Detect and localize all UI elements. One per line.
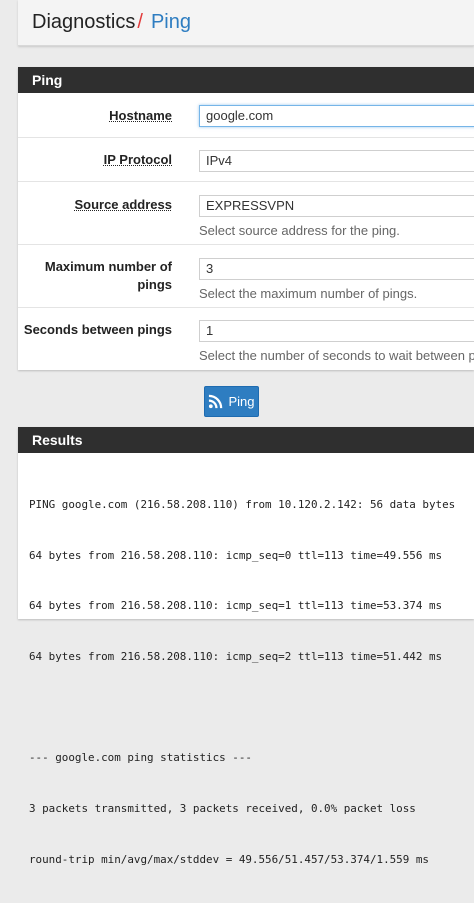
max-pings-input[interactable]: 3 xyxy=(199,258,474,280)
results-line: --- google.com ping statistics --- xyxy=(29,751,252,765)
results-line: 64 bytes from 216.58.208.110: icmp_seq=0… xyxy=(29,548,443,562)
source-address-select[interactable]: EXPRESSVPN xyxy=(199,195,474,217)
row-hostname: Hostname google.com xyxy=(18,93,474,138)
breadcrumb-separator: / xyxy=(137,11,143,33)
max-pings-label: Maximum number of pings xyxy=(44,259,172,292)
row-max-pings: Maximum number of pings 3 Select the max… xyxy=(18,245,474,308)
ping-button-label: Ping xyxy=(228,394,255,409)
seconds-between-help: Select the number of seconds to wait bet… xyxy=(199,348,474,363)
hostname-input[interactable]: google.com xyxy=(199,105,474,127)
row-source-address: Source address EXPRESSVPN Select source … xyxy=(18,182,474,245)
ping-panel-heading: Ping xyxy=(18,67,474,93)
results-line: 64 bytes from 216.58.208.110: icmp_seq=1… xyxy=(29,599,443,613)
results-panel-heading: Results xyxy=(18,427,474,453)
breadcrumb: Diagnostics / Ping xyxy=(18,0,474,46)
results-line: PING google.com (216.58.208.110) from 10… xyxy=(29,497,456,511)
results-panel: Results PING google.com (216.58.208.110)… xyxy=(18,427,474,866)
seconds-between-input[interactable]: 1 xyxy=(199,320,474,342)
ping-button[interactable]: Ping xyxy=(204,386,259,417)
source-address-label: Source address xyxy=(74,197,172,212)
ip-protocol-select[interactable]: IPv4 xyxy=(199,150,474,172)
ip-protocol-label: IP Protocol xyxy=(103,152,172,167)
results-line: 3 packets transmitted, 3 packets receive… xyxy=(29,802,416,816)
results-line: 64 bytes from 216.58.208.110: icmp_seq=2… xyxy=(29,649,443,663)
breadcrumb-ping[interactable]: Ping xyxy=(151,11,191,34)
row-seconds-between: Seconds between pings 1 Select the numbe… xyxy=(18,308,474,370)
results-line: round-trip min/avg/max/stddev = 49.556/5… xyxy=(29,852,429,866)
results-output: PING google.com (216.58.208.110) from 10… xyxy=(18,453,474,903)
hostname-label: Hostname xyxy=(109,108,172,123)
ping-panel: Ping Hostname google.com IP Protocol IPv… xyxy=(18,67,474,370)
max-pings-help: Select the maximum number of pings. xyxy=(199,286,418,301)
row-ip-protocol: IP Protocol IPv4 xyxy=(18,138,474,182)
results-line xyxy=(29,700,474,717)
seconds-between-label: Seconds between pings xyxy=(23,322,172,337)
ping-form: Hostname google.com IP Protocol IPv4 Sou… xyxy=(18,93,474,370)
breadcrumb-diagnostics[interactable]: Diagnostics xyxy=(32,11,135,34)
rss-icon xyxy=(209,394,223,409)
source-address-help: Select source address for the ping. xyxy=(199,223,400,238)
